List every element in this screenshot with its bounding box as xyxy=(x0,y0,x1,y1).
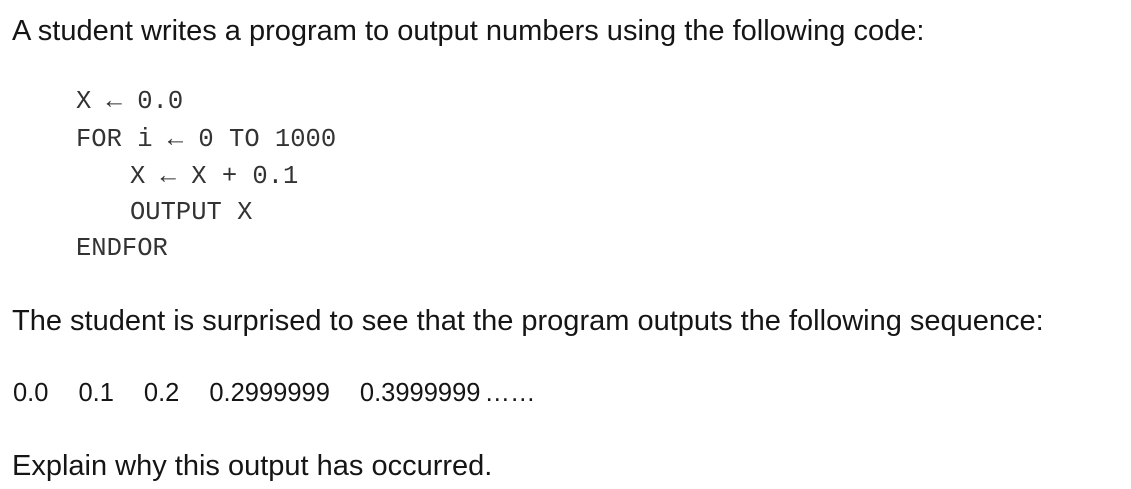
code-line-for: FOR i ← 0 TO 1000 xyxy=(76,125,337,154)
sequence-value: 0.2 xyxy=(143,379,180,407)
code-line-increment: X ← X + 0.1 xyxy=(130,162,299,191)
question-document: A student writes a program to output num… xyxy=(0,0,1131,489)
sequence-ellipsis: …… xyxy=(484,379,536,407)
code-line-init: X ← 0.0 xyxy=(76,87,184,116)
sequence-value: 0.2999999 xyxy=(209,379,330,407)
sequence-value: 0.3999999 xyxy=(359,379,481,407)
sequence-value: 0.1 xyxy=(78,379,114,407)
surprise-statement: The student is surprised to see that the… xyxy=(12,305,1044,337)
code-line-endfor: ENDFOR xyxy=(76,234,168,263)
question-intro: A student writes a program to output num… xyxy=(12,15,925,47)
sequence-value: 0.0 xyxy=(13,379,49,407)
explain-prompt: Explain why this output has occurred. xyxy=(12,450,493,482)
output-sequence: 0.0 0.1 0.2 0.2999999 0.3999999…… xyxy=(13,377,535,409)
code-line-output: OUTPUT X xyxy=(130,198,253,227)
